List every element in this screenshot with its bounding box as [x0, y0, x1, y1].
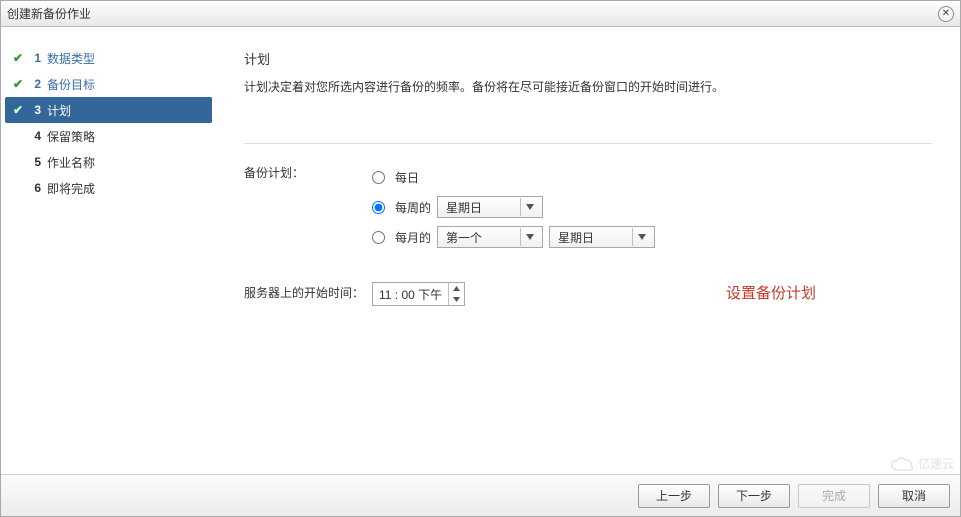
step-label: 即将完成 — [47, 180, 95, 197]
start-time-row: 服务器上的开始时间： 11 : 00 下午 — [244, 282, 932, 306]
step-number: 2 — [25, 77, 41, 91]
monthly-ordinal-value: 第一个 — [446, 229, 514, 246]
step-data-type[interactable]: ✔ 1 数据类型 — [1, 45, 216, 71]
chevron-down-icon — [520, 228, 538, 246]
step-label: 数据类型 — [47, 50, 95, 67]
step-number: 4 — [25, 129, 41, 143]
schedule-label: 备份计划： — [244, 162, 372, 181]
step-number: 3 — [25, 103, 41, 117]
step-label: 作业名称 — [47, 154, 95, 171]
dialog-create-backup-job: 创建新备份作业 ✕ ✔ 1 数据类型 ✔ 2 备份目标 ✔ 3 计划 ✔ 4 — [0, 0, 961, 517]
chevron-down-icon — [632, 228, 650, 246]
radio-daily-label: 每日 — [395, 169, 419, 186]
divider — [244, 143, 932, 144]
check-icon: ✔ — [11, 77, 25, 91]
step-label: 计划 — [47, 102, 71, 119]
step-backup-target[interactable]: ✔ 2 备份目标 — [1, 71, 216, 97]
spinner-down-icon[interactable] — [449, 294, 464, 305]
chevron-down-icon — [520, 198, 538, 216]
weekly-day-select[interactable]: 星期日 — [437, 196, 543, 218]
wizard-sidebar: ✔ 1 数据类型 ✔ 2 备份目标 ✔ 3 计划 ✔ 4 保留策略 ✔ 5 — [1, 27, 216, 474]
step-schedule[interactable]: ✔ 3 计划 — [5, 97, 212, 123]
check-icon: ✔ — [11, 51, 25, 65]
start-time-input[interactable]: 11 : 00 下午 — [372, 282, 465, 306]
titlebar: 创建新备份作业 ✕ — [1, 1, 960, 27]
close-icon[interactable]: ✕ — [938, 6, 954, 22]
step-about-to-finish[interactable]: ✔ 6 即将完成 — [1, 175, 216, 201]
step-number: 5 — [25, 155, 41, 169]
window-title: 创建新备份作业 — [7, 5, 91, 22]
check-icon: ✔ — [11, 103, 25, 117]
next-button[interactable]: 下一步 — [718, 484, 790, 508]
back-button[interactable]: 上一步 — [638, 484, 710, 508]
dialog-footer: 上一步 下一步 完成 取消 — [1, 474, 960, 516]
step-label: 备份目标 — [47, 76, 95, 93]
radio-daily-line: 每日 — [372, 162, 932, 192]
schedule-row: 备份计划： 每日 每周的 星期日 — [244, 162, 932, 252]
start-time-content: 11 : 00 下午 — [372, 282, 932, 306]
radio-weekly[interactable] — [372, 201, 385, 214]
finish-button: 完成 — [798, 484, 870, 508]
schedule-options: 每日 每周的 星期日 每月的 第一个 — [372, 162, 932, 252]
start-time-value: 11 : 00 下午 — [373, 286, 448, 303]
monthly-day-value: 星期日 — [558, 229, 626, 246]
spinner-up-icon[interactable] — [449, 283, 464, 294]
page-description: 计划决定着对您所选内容进行备份的频率。备份将在尽可能接近备份窗口的开始时间进行。 — [244, 78, 932, 95]
step-job-name[interactable]: ✔ 5 作业名称 — [1, 149, 216, 175]
radio-weekly-line: 每周的 星期日 — [372, 192, 932, 222]
radio-monthly-label: 每月的 — [395, 229, 431, 246]
page-heading: 计划 — [244, 49, 932, 68]
annotation-text: 设置备份计划 — [726, 282, 816, 303]
radio-weekly-label: 每周的 — [395, 199, 431, 216]
monthly-day-select[interactable]: 星期日 — [549, 226, 655, 248]
cancel-button[interactable]: 取消 — [878, 484, 950, 508]
step-label: 保留策略 — [47, 128, 95, 145]
step-number: 1 — [25, 51, 41, 65]
radio-monthly-line: 每月的 第一个 星期日 — [372, 222, 932, 252]
monthly-ordinal-select[interactable]: 第一个 — [437, 226, 543, 248]
step-retention[interactable]: ✔ 4 保留策略 — [1, 123, 216, 149]
weekly-day-value: 星期日 — [446, 199, 514, 216]
start-time-label: 服务器上的开始时间： — [244, 282, 372, 301]
time-spinner — [448, 283, 464, 305]
radio-daily[interactable] — [372, 171, 385, 184]
step-number: 6 — [25, 181, 41, 195]
dialog-body: ✔ 1 数据类型 ✔ 2 备份目标 ✔ 3 计划 ✔ 4 保留策略 ✔ 5 — [1, 27, 960, 474]
main-panel: 计划 计划决定着对您所选内容进行备份的频率。备份将在尽可能接近备份窗口的开始时间… — [216, 27, 960, 474]
radio-monthly[interactable] — [372, 231, 385, 244]
